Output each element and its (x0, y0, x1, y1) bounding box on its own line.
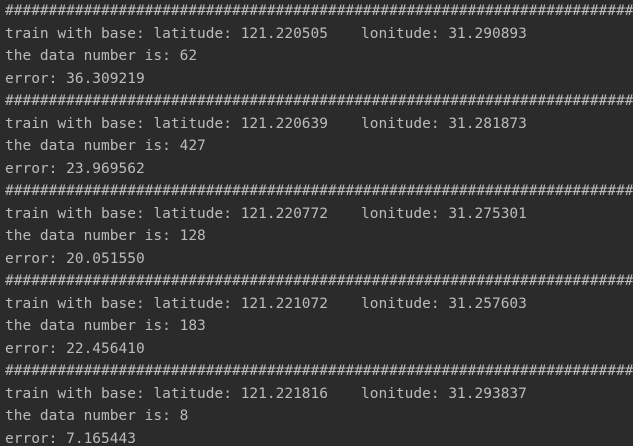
longitude-text: lonitude: 31.290893 (361, 25, 527, 42)
log-entry-2: ########################################… (5, 90, 633, 180)
separator-line: ########################################… (5, 93, 633, 109)
data-number-line: the data number is: 8 (5, 408, 189, 424)
error-line: error: 36.309219 (5, 70, 145, 87)
latitude-text: train with base: latitude: 121.220505 (5, 25, 329, 42)
error-line: error: 23.969562 (5, 160, 145, 177)
base-coordinates-line: train with base: latitude: 121.220772 lon… (5, 203, 633, 226)
latitude-text: train with base: latitude: 121.221816 (5, 385, 329, 402)
data-number-line: the data number is: 62 (5, 48, 198, 64)
console-output[interactable]: ########################################… (0, 0, 633, 446)
latitude-text: train with base: latitude: 121.221072 (5, 295, 329, 312)
separator-line: ########################################… (5, 273, 633, 289)
base-coordinates-line: train with base: latitude: 121.220505 lon… (5, 23, 633, 46)
separator-line: ########################################… (5, 3, 633, 19)
data-number-line: the data number is: 427 (5, 138, 206, 154)
base-coordinates-line: train with base: latitude: 121.220639 lon… (5, 113, 633, 136)
latitude-text: train with base: latitude: 121.220772 (5, 205, 329, 222)
separator-line: ########################################… (5, 363, 633, 379)
longitude-text: lonitude: 31.281873 (361, 115, 527, 132)
log-entry-4: ########################################… (5, 270, 633, 360)
log-entry-5: ########################################… (5, 360, 633, 446)
base-coordinates-line: train with base: latitude: 121.221072 lon… (5, 293, 633, 316)
longitude-text: lonitude: 31.293837 (361, 385, 527, 402)
data-number-line: the data number is: 183 (5, 318, 206, 334)
base-coordinates-line: train with base: latitude: 121.221816 lon… (5, 383, 633, 406)
error-line: error: 7.165443 (5, 430, 136, 446)
latitude-text: train with base: latitude: 121.220639 (5, 115, 329, 132)
longitude-text: lonitude: 31.257603 (361, 295, 527, 312)
separator-line: ########################################… (5, 183, 633, 199)
longitude-text: lonitude: 31.275301 (361, 205, 527, 222)
error-line: error: 20.051550 (5, 250, 145, 267)
log-entry-3: ########################################… (5, 180, 633, 270)
error-line: error: 22.456410 (5, 340, 145, 357)
data-number-line: the data number is: 128 (5, 228, 206, 244)
log-entry-1: ########################################… (5, 0, 633, 90)
